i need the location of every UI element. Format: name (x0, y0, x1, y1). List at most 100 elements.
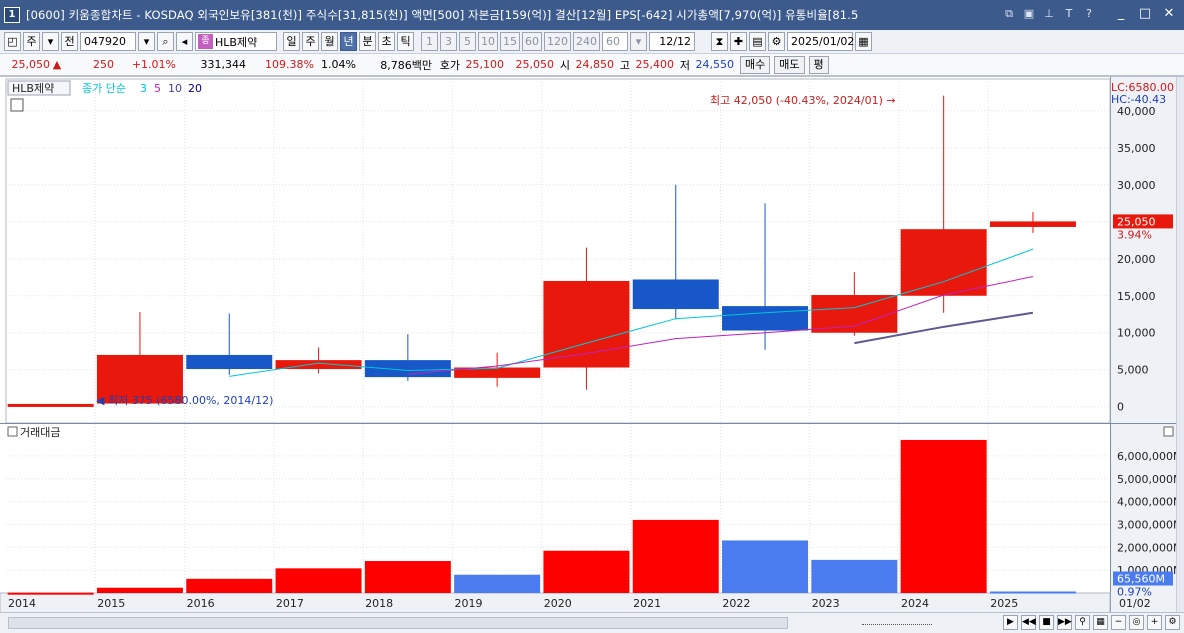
title-bar: 1 [0600] 키움종합차트 - KOSDAQ 외국인보유[381(천)] 주… (0, 0, 1184, 30)
zoom-out-icon[interactable]: − (1111, 615, 1126, 630)
x-tick-label: 2018 (365, 597, 393, 610)
code-dropdown-icon[interactable]: ▾ (138, 32, 155, 51)
layout-icon[interactable]: ◰ (4, 32, 21, 51)
x-tick-label: 2024 (901, 597, 929, 610)
horizontal-scrollbar[interactable] (8, 617, 788, 629)
rewind-icon[interactable]: ◀◀ (1021, 615, 1036, 630)
grid-icon[interactable]: ▦ (1093, 615, 1108, 630)
volume-tick-label: 5,000,000M (1117, 473, 1176, 486)
speaker-icon[interactable]: ◂ (176, 32, 193, 51)
period-week[interactable]: 주 (302, 32, 319, 51)
chart-area[interactable]: 40,00035,00030,00025,00020,00015,00010,0… (0, 76, 1184, 613)
zoom-in-icon[interactable]: + (1147, 615, 1162, 630)
minute-240[interactable]: 240 (573, 32, 600, 51)
volume-tick-label: 2,000,000M (1117, 541, 1176, 554)
period-month[interactable]: 월 (321, 32, 338, 51)
play-icon[interactable]: ▶ (1003, 615, 1018, 630)
fast-forward-icon[interactable]: ▶▶ (1057, 615, 1072, 630)
maximize-button[interactable]: □ (1138, 6, 1152, 22)
stock-badge: 종 (198, 34, 213, 49)
candle-type-icon[interactable]: ⧗ (711, 32, 728, 51)
x-tick-label: 2021 (633, 597, 661, 610)
calendar-icon[interactable]: ▦ (855, 32, 872, 51)
stock-name-field[interactable]: 종 HLB제약 (195, 32, 277, 51)
quote-row: 25,050 ▲ 250 +1.01% 331,344 109.38% 1.04… (0, 54, 1184, 76)
minute-5[interactable]: 5 (459, 32, 476, 51)
price-tick-label: 0 (1117, 401, 1124, 414)
tile-icon[interactable]: ▣ (1022, 7, 1036, 21)
close-panel-icon (1163, 426, 1174, 437)
window-number-badge[interactable]: 1 (4, 7, 20, 23)
chart-title: HLB제약 (12, 81, 54, 95)
settings-icon[interactable]: ⚙ (1165, 615, 1180, 630)
chart-toolbar: ◰ 주 ▾ 전 047920 ▾ ⌕ ◂ 종 HLB제약 일 주 월 년 분 초… (0, 30, 1184, 54)
period-minute[interactable]: 분 (359, 32, 376, 51)
zoom-icon[interactable]: ⚲ (1075, 615, 1090, 630)
buy-button[interactable]: 매수 (740, 55, 771, 74)
ask-price-2: 25,050 (515, 58, 555, 71)
period-year[interactable]: 년 (340, 32, 357, 51)
period-tick[interactable]: 틱 (397, 32, 414, 51)
x-tick-label: 2016 (187, 597, 215, 610)
candle-body (543, 280, 630, 368)
help-icon[interactable]: ? (1082, 7, 1096, 21)
period-second[interactable]: 초 (378, 32, 395, 51)
period-day[interactable]: 일 (283, 32, 300, 51)
pin-icon[interactable]: ⊥ (1042, 7, 1056, 21)
change-percent: +1.01% (131, 58, 176, 71)
volume-bar (722, 540, 809, 593)
volume-bar (543, 550, 630, 593)
count-input[interactable]: 12/12 (649, 32, 695, 51)
turnover-rate: 1.04% (321, 58, 356, 71)
volume-tick-label: 6,000,000M (1117, 450, 1176, 463)
gear-icon[interactable]: ⚙ (768, 32, 785, 51)
volume-tick-label: 3,000,000M (1117, 518, 1176, 531)
interval-dropdown-icon[interactable]: ▾ (630, 32, 647, 51)
x-tick-label: 2022 (722, 597, 750, 610)
price-tick-label: 30,000 (1117, 179, 1156, 192)
ma-legend-period: 10 (168, 82, 182, 95)
prev-button[interactable]: 전 (61, 32, 78, 51)
vertical-scrollbar[interactable] (1176, 77, 1184, 613)
candle-body (722, 306, 809, 331)
x-tick-label: 2017 (276, 597, 304, 610)
crosshair-icon[interactable]: ✚ (730, 32, 747, 51)
minute-3[interactable]: 3 (440, 32, 457, 51)
ma-legend-period: 5 (154, 82, 161, 95)
volume-bar (632, 519, 719, 593)
sell-button[interactable]: 매도 (774, 55, 805, 74)
x-tick-label: 2015 (97, 597, 125, 610)
close-button[interactable]: ✕ (1162, 6, 1176, 22)
minimize-button[interactable]: _ (1114, 6, 1128, 22)
x-tick-label: 2019 (455, 597, 483, 610)
minute-60[interactable]: 60 (522, 32, 542, 51)
minute-15[interactable]: 15 (500, 32, 520, 51)
t-icon[interactable]: T (1062, 7, 1076, 21)
chart-canvas[interactable]: 40,00035,00030,00025,00020,00015,00010,0… (0, 77, 1176, 613)
zoom-slider[interactable] (862, 619, 932, 625)
volume: 331,344 (200, 58, 247, 71)
stock-code-input[interactable]: 047920 (80, 32, 136, 51)
minute-120[interactable]: 120 (544, 32, 571, 51)
save-icon[interactable]: ▤ (749, 32, 766, 51)
current-volume-label: 65,560M (1117, 573, 1165, 586)
search-icon[interactable]: ⌕ (157, 32, 174, 51)
stop-icon[interactable]: ■ (1039, 615, 1054, 630)
candle-body (186, 354, 273, 369)
window-icon[interactable]: ⧉ (1002, 7, 1016, 21)
high-annotation: 최고 42,050 (-40.43%, 2024/01) → (710, 94, 896, 107)
candle-body (900, 229, 987, 296)
current-pct-label: 3.94% (1117, 228, 1152, 241)
chevron-down-icon[interactable]: ▾ (42, 32, 59, 51)
interval-input[interactable]: 60 (602, 32, 628, 51)
stock-type-select[interactable]: 주 (23, 32, 40, 51)
evaluate-button[interactable]: 평 (808, 55, 829, 74)
reset-icon[interactable]: ◎ (1129, 615, 1144, 630)
date-input[interactable]: 2025/01/02 (787, 32, 854, 51)
open-price: 24,850 (575, 58, 615, 71)
minute-10[interactable]: 10 (478, 32, 498, 51)
minute-1[interactable]: 1 (421, 32, 438, 51)
bottom-controls: ▶ ◀◀ ■ ▶▶ ⚲ ▦ − ◎ + ⚙ (1003, 615, 1180, 630)
x-tick-label: 2014 (8, 597, 36, 610)
candle-body (811, 295, 898, 333)
